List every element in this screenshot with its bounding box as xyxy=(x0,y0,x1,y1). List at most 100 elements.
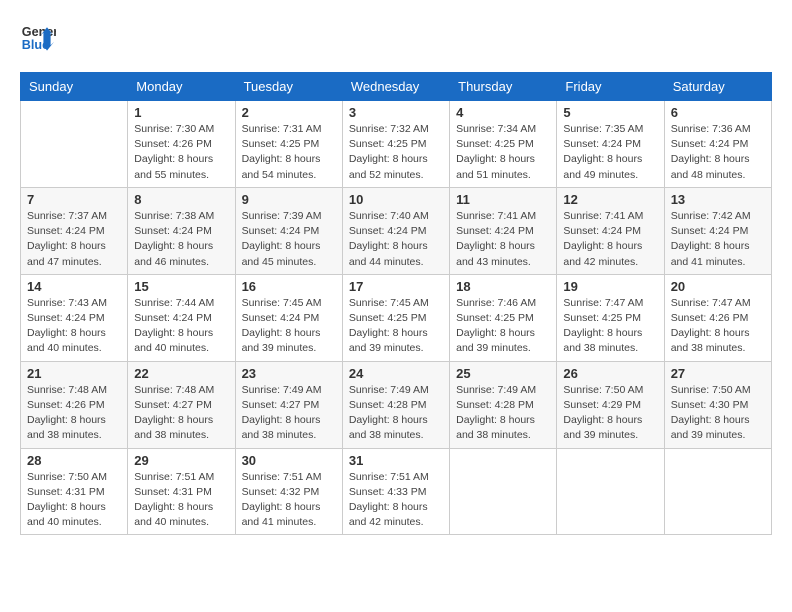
calendar-day-cell: 8 Sunrise: 7:38 AMSunset: 4:24 PMDaylight… xyxy=(128,187,235,274)
day-info: Sunrise: 7:46 AMSunset: 4:25 PMDaylight:… xyxy=(456,296,550,357)
day-number: 10 xyxy=(349,192,443,207)
calendar-week-row: 1Sunrise: 7:30 AMSunset: 4:26 PMDaylight… xyxy=(21,101,772,188)
day-info: Sunrise: 7:39 AMSunset: 4:24 PMDaylight:… xyxy=(242,209,336,270)
calendar-day-cell: 6Sunrise: 7:36 AMSunset: 4:24 PMDaylight… xyxy=(664,101,771,188)
logo-icon: General Blue xyxy=(20,20,56,56)
day-number: 23 xyxy=(242,366,336,381)
calendar-day-cell: 29 Sunrise: 7:51 AMSunset: 4:31 PMDayligh… xyxy=(128,448,235,535)
day-number: 31 xyxy=(349,453,443,468)
calendar-day-cell: 25Sunrise: 7:49 AMSunset: 4:28 PMDayligh… xyxy=(450,361,557,448)
day-number: 27 xyxy=(671,366,765,381)
day-number: 15 xyxy=(134,279,228,294)
calendar-day-cell: 27 Sunrise: 7:50 AMSunset: 4:30 PMDayligh… xyxy=(664,361,771,448)
calendar-day-cell: 4 Sunrise: 7:34 AMSunset: 4:25 PMDaylight… xyxy=(450,101,557,188)
day-info: Sunrise: 7:49 AMSunset: 4:28 PMDaylight:… xyxy=(349,383,443,444)
day-info: Sunrise: 7:50 AMSunset: 4:29 PMDaylight:… xyxy=(563,383,657,444)
day-number: 9 xyxy=(242,192,336,207)
day-info: Sunrise: 7:43 AMSunset: 4:24 PMDaylight:… xyxy=(27,296,121,357)
day-number: 2 xyxy=(242,105,336,120)
calendar-table: SundayMondayTuesdayWednesdayThursdayFrid… xyxy=(20,72,772,535)
day-number: 4 xyxy=(456,105,550,120)
day-of-week-header: Monday xyxy=(128,73,235,101)
day-number: 11 xyxy=(456,192,550,207)
calendar-day-cell: 16 Sunrise: 7:45 AMSunset: 4:24 PMDayligh… xyxy=(235,274,342,361)
calendar-day-cell xyxy=(557,448,664,535)
day-info: Sunrise: 7:36 AMSunset: 4:24 PMDaylight:… xyxy=(671,122,765,183)
calendar-week-row: 7 Sunrise: 7:37 AMSunset: 4:24 PMDaylight… xyxy=(21,187,772,274)
day-number: 5 xyxy=(563,105,657,120)
calendar-day-cell: 26 Sunrise: 7:50 AMSunset: 4:29 PMDayligh… xyxy=(557,361,664,448)
day-info: Sunrise: 7:51 AMSunset: 4:31 PMDaylight:… xyxy=(134,470,228,531)
calendar-day-cell xyxy=(21,101,128,188)
day-of-week-header: Thursday xyxy=(450,73,557,101)
calendar-day-cell: 5 Sunrise: 7:35 AMSunset: 4:24 PMDaylight… xyxy=(557,101,664,188)
day-of-week-header: Wednesday xyxy=(342,73,449,101)
calendar-day-cell: 10 Sunrise: 7:40 AMSunset: 4:24 PMDayligh… xyxy=(342,187,449,274)
day-info: Sunrise: 7:47 AMSunset: 4:25 PMDaylight:… xyxy=(563,296,657,357)
day-info: Sunrise: 7:48 AMSunset: 4:26 PMDaylight:… xyxy=(27,383,121,444)
calendar-day-cell: 15 Sunrise: 7:44 AMSunset: 4:24 PMDayligh… xyxy=(128,274,235,361)
day-of-week-header: Tuesday xyxy=(235,73,342,101)
calendar-day-cell: 31 Sunrise: 7:51 AMSunset: 4:33 PMDayligh… xyxy=(342,448,449,535)
day-number: 8 xyxy=(134,192,228,207)
calendar-day-cell: 20Sunrise: 7:47 AMSunset: 4:26 PMDayligh… xyxy=(664,274,771,361)
day-number: 22 xyxy=(134,366,228,381)
day-number: 24 xyxy=(349,366,443,381)
calendar-header-row: SundayMondayTuesdayWednesdayThursdayFrid… xyxy=(21,73,772,101)
day-info: Sunrise: 7:41 AMSunset: 4:24 PMDaylight:… xyxy=(563,209,657,270)
day-info: Sunrise: 7:49 AMSunset: 4:27 PMDaylight:… xyxy=(242,383,336,444)
day-number: 14 xyxy=(27,279,121,294)
day-info: Sunrise: 7:50 AMSunset: 4:31 PMDaylight:… xyxy=(27,470,121,531)
calendar-day-cell xyxy=(450,448,557,535)
day-info: Sunrise: 7:49 AMSunset: 4:28 PMDaylight:… xyxy=(456,383,550,444)
day-number: 13 xyxy=(671,192,765,207)
calendar-day-cell: 2 Sunrise: 7:31 AMSunset: 4:25 PMDaylight… xyxy=(235,101,342,188)
day-number: 17 xyxy=(349,279,443,294)
day-of-week-header: Sunday xyxy=(21,73,128,101)
day-info: Sunrise: 7:45 AMSunset: 4:25 PMDaylight:… xyxy=(349,296,443,357)
calendar-day-cell: 7 Sunrise: 7:37 AMSunset: 4:24 PMDaylight… xyxy=(21,187,128,274)
day-info: Sunrise: 7:45 AMSunset: 4:24 PMDaylight:… xyxy=(242,296,336,357)
calendar-day-cell: 12 Sunrise: 7:41 AMSunset: 4:24 PMDayligh… xyxy=(557,187,664,274)
day-number: 20 xyxy=(671,279,765,294)
day-info: Sunrise: 7:51 AMSunset: 4:33 PMDaylight:… xyxy=(349,470,443,531)
day-number: 28 xyxy=(27,453,121,468)
day-number: 12 xyxy=(563,192,657,207)
day-info: Sunrise: 7:38 AMSunset: 4:24 PMDaylight:… xyxy=(134,209,228,270)
day-of-week-header: Friday xyxy=(557,73,664,101)
day-number: 7 xyxy=(27,192,121,207)
calendar-week-row: 21 Sunrise: 7:48 AMSunset: 4:26 PMDayligh… xyxy=(21,361,772,448)
day-number: 26 xyxy=(563,366,657,381)
day-info: Sunrise: 7:48 AMSunset: 4:27 PMDaylight:… xyxy=(134,383,228,444)
day-info: Sunrise: 7:41 AMSunset: 4:24 PMDaylight:… xyxy=(456,209,550,270)
day-info: Sunrise: 7:37 AMSunset: 4:24 PMDaylight:… xyxy=(27,209,121,270)
day-number: 18 xyxy=(456,279,550,294)
calendar-week-row: 28 Sunrise: 7:50 AMSunset: 4:31 PMDayligh… xyxy=(21,448,772,535)
calendar-day-cell: 3Sunrise: 7:32 AMSunset: 4:25 PMDaylight… xyxy=(342,101,449,188)
calendar-day-cell: 1Sunrise: 7:30 AMSunset: 4:26 PMDaylight… xyxy=(128,101,235,188)
calendar-day-cell: 22 Sunrise: 7:48 AMSunset: 4:27 PMDayligh… xyxy=(128,361,235,448)
day-info: Sunrise: 7:40 AMSunset: 4:24 PMDaylight:… xyxy=(349,209,443,270)
day-number: 21 xyxy=(27,366,121,381)
day-number: 30 xyxy=(242,453,336,468)
day-info: Sunrise: 7:50 AMSunset: 4:30 PMDaylight:… xyxy=(671,383,765,444)
calendar-day-cell: 14 Sunrise: 7:43 AMSunset: 4:24 PMDayligh… xyxy=(21,274,128,361)
day-info: Sunrise: 7:34 AMSunset: 4:25 PMDaylight:… xyxy=(456,122,550,183)
logo: General Blue xyxy=(20,20,56,56)
calendar-day-cell: 30Sunrise: 7:51 AMSunset: 4:32 PMDayligh… xyxy=(235,448,342,535)
day-info: Sunrise: 7:31 AMSunset: 4:25 PMDaylight:… xyxy=(242,122,336,183)
day-info: Sunrise: 7:35 AMSunset: 4:24 PMDaylight:… xyxy=(563,122,657,183)
calendar-day-cell: 9 Sunrise: 7:39 AMSunset: 4:24 PMDaylight… xyxy=(235,187,342,274)
calendar-day-cell: 24 Sunrise: 7:49 AMSunset: 4:28 PMDayligh… xyxy=(342,361,449,448)
calendar-day-cell: 13 Sunrise: 7:42 AMSunset: 4:24 PMDayligh… xyxy=(664,187,771,274)
calendar-day-cell: 23 Sunrise: 7:49 AMSunset: 4:27 PMDayligh… xyxy=(235,361,342,448)
day-info: Sunrise: 7:30 AMSunset: 4:26 PMDaylight:… xyxy=(134,122,228,183)
day-info: Sunrise: 7:44 AMSunset: 4:24 PMDaylight:… xyxy=(134,296,228,357)
day-number: 29 xyxy=(134,453,228,468)
calendar-day-cell xyxy=(664,448,771,535)
calendar-week-row: 14 Sunrise: 7:43 AMSunset: 4:24 PMDayligh… xyxy=(21,274,772,361)
day-number: 16 xyxy=(242,279,336,294)
day-of-week-header: Saturday xyxy=(664,73,771,101)
day-info: Sunrise: 7:42 AMSunset: 4:24 PMDaylight:… xyxy=(671,209,765,270)
calendar-day-cell: 17 Sunrise: 7:45 AMSunset: 4:25 PMDayligh… xyxy=(342,274,449,361)
